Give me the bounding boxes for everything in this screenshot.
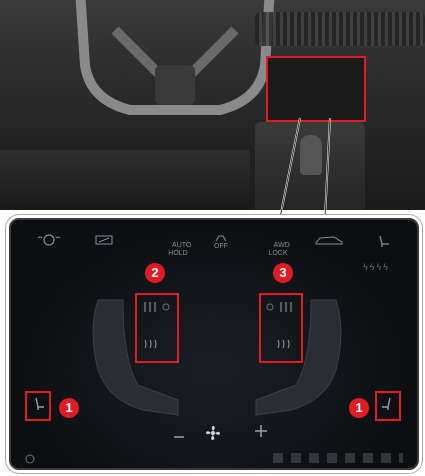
climate-seat-screen: AUTO HOLD OFF AWD LOCK ϟϟϟϟ 2 3 1 1 [9, 218, 419, 470]
seat-settings-button[interactable] [371, 234, 397, 250]
auto-hold-button[interactable]: AUTO HOLD [161, 234, 195, 257]
esp-off-icon [215, 235, 227, 242]
interior-photo [0, 0, 425, 210]
auto-hold-label: AUTO HOLD [168, 242, 192, 257]
passenger-seat-adjust-highlight [375, 391, 401, 421]
fan-increase-button[interactable] [254, 424, 268, 440]
hdc-icon [95, 235, 113, 245]
seat-icon [379, 235, 389, 247]
plus-icon [255, 425, 267, 437]
bottom-status-bar [11, 450, 417, 468]
esp-off-button[interactable]: OFF [209, 234, 233, 250]
car-side-icon [315, 236, 343, 245]
callout-2: 2 [145, 263, 165, 283]
callout-1-left: 1 [59, 398, 79, 418]
status-indicators: ϟϟϟϟ [363, 262, 391, 272]
screen-location-highlight [266, 56, 366, 122]
vehicle-mode-button[interactable] [311, 234, 347, 250]
dash-vent [255, 12, 425, 46]
footwell [0, 150, 250, 210]
power-icon [25, 454, 35, 464]
minus-icon [174, 436, 184, 438]
bottom-status-icons [273, 453, 403, 463]
steering-wheel-heat-button[interactable] [29, 234, 69, 250]
callout-3: 3 [273, 263, 293, 283]
driver-seat-adjust-highlight [25, 391, 51, 421]
fan-icon [206, 426, 220, 440]
fan-decrease-button[interactable] [173, 429, 185, 447]
steering-wheel-heat-icon [37, 234, 61, 246]
esp-off-label: OFF [214, 243, 228, 250]
power-button[interactable] [25, 454, 35, 466]
awd-lock-label: AWD LOCK [268, 242, 290, 257]
callout-1-right: 1 [349, 398, 369, 418]
gear-shifter [300, 135, 322, 175]
awd-lock-button[interactable]: AWD LOCK [261, 234, 295, 257]
passenger-seat-controls-highlight [259, 293, 303, 363]
driver-seat-controls-highlight [135, 293, 179, 363]
hdc-button[interactable] [91, 234, 117, 250]
fan-speed-indicator [204, 424, 222, 444]
